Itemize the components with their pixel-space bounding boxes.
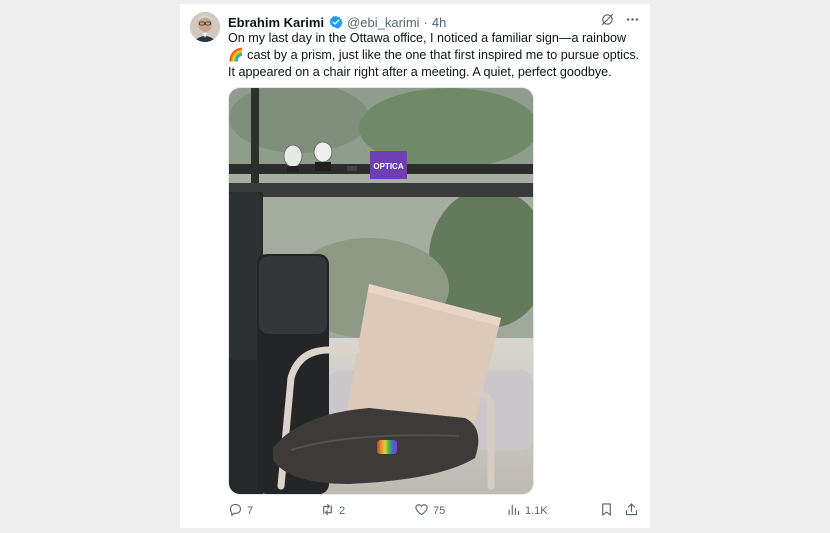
- header-actions: [600, 12, 640, 32]
- tweet-text: On my last day in the Ottawa office, I n…: [228, 31, 640, 79]
- reply-count: 7: [247, 505, 254, 517]
- reply-action[interactable]: 7: [228, 502, 253, 520]
- author-handle[interactable]: @ebi_karimi: [347, 15, 419, 30]
- tweet-card[interactable]: Ebrahim Karimi @ebi_karimi · 4h On my la…: [180, 4, 650, 528]
- verified-badge-icon: [329, 15, 343, 29]
- views-action[interactable]: 1.1K: [506, 502, 548, 520]
- like-icon[interactable]: [414, 502, 429, 520]
- bookmark-action[interactable]: [599, 502, 614, 520]
- more-icon[interactable]: [625, 12, 640, 32]
- optica-box-label: OPTICA: [373, 162, 403, 171]
- share-icon[interactable]: [624, 502, 639, 520]
- action-bar: 7 2 75 1.1K: [228, 502, 640, 520]
- repost-icon[interactable]: [320, 502, 335, 520]
- views-count: 1.1K: [525, 505, 548, 517]
- grok-icon[interactable]: [600, 12, 615, 32]
- reply-icon[interactable]: [228, 502, 243, 520]
- share-action[interactable]: [624, 502, 639, 520]
- bookmark-icon[interactable]: [599, 502, 614, 520]
- repost-count: 2: [339, 505, 346, 517]
- views-icon[interactable]: [506, 502, 521, 520]
- like-count: 75: [433, 505, 446, 517]
- avatar[interactable]: [190, 12, 220, 42]
- author-name[interactable]: Ebrahim Karimi: [228, 15, 324, 30]
- tweet-header: Ebrahim Karimi @ebi_karimi · 4h: [228, 12, 640, 32]
- repost-action[interactable]: 2: [320, 502, 345, 520]
- tweet-photo[interactable]: OPTICA: [228, 87, 534, 495]
- meta-separator: ·: [423, 14, 428, 30]
- tweet-time[interactable]: 4h: [432, 15, 446, 30]
- like-action[interactable]: 75: [414, 502, 445, 520]
